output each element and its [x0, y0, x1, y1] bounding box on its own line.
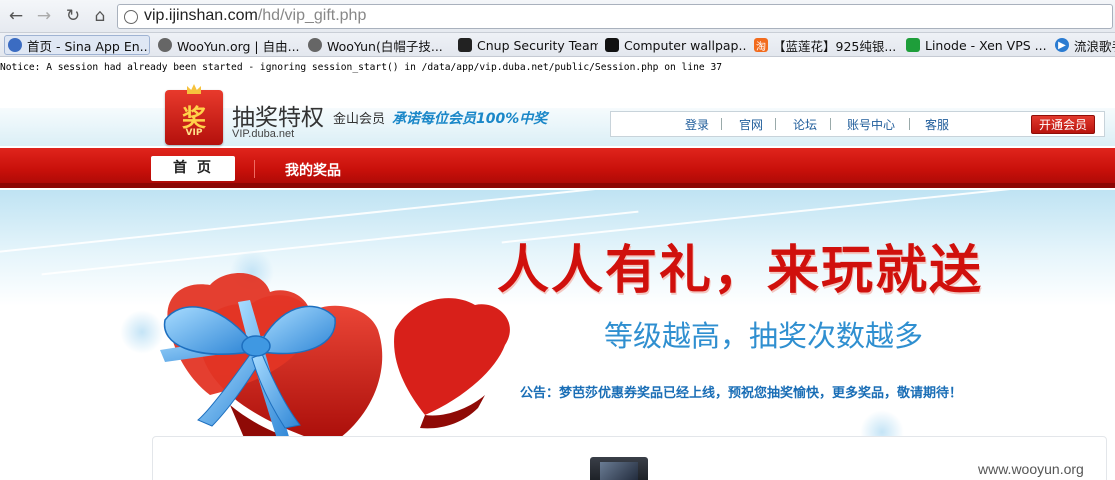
heart-box-lid	[394, 298, 510, 415]
banner-headline: 人人有礼，来玩就送	[497, 241, 984, 301]
banner-subline: 等级越高，抽奖次数越多	[604, 319, 924, 353]
watermark: www.wooyun.org	[978, 461, 1084, 477]
prize-thumbnail[interactable]	[590, 457, 648, 480]
announcement: 公告：梦芭莎优惠券奖品已经上线，预祝您抽奖愉快，更多奖品，敬请期待！	[520, 386, 963, 401]
